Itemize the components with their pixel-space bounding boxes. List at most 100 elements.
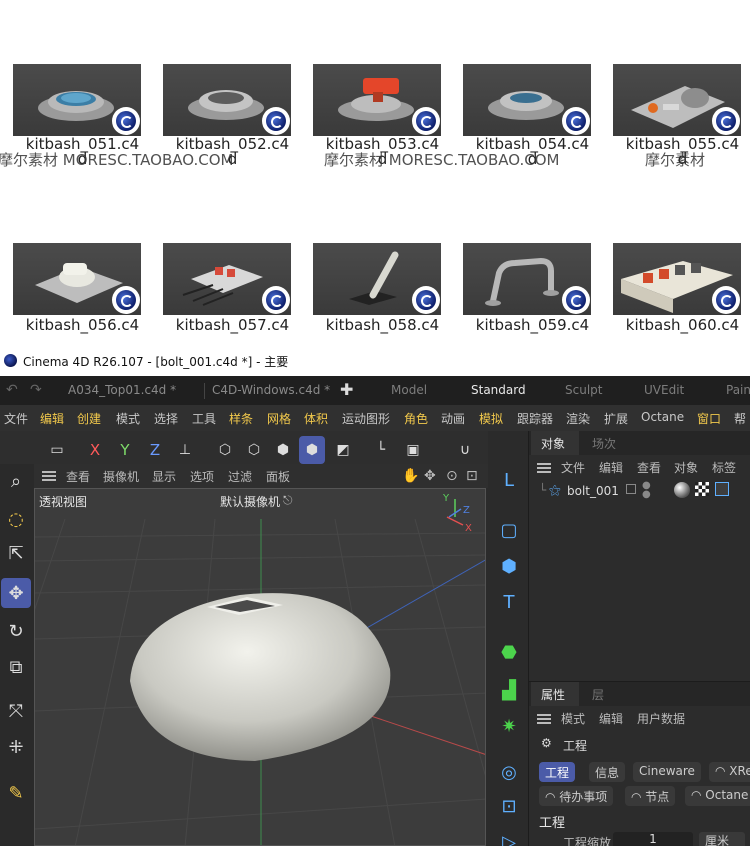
uvw-tag-icon[interactable]	[695, 482, 709, 496]
viewport-menu-icon[interactable]	[42, 471, 56, 481]
live-selection-icon[interactable]: ◌	[1, 504, 31, 534]
perspective-viewport[interactable]: Y Z X 透视视图 默认摄像机 ⎋	[34, 488, 486, 846]
distribute-tool-icon[interactable]: ⁜	[1, 732, 31, 762]
edges-mode-icon[interactable]: ⬡	[241, 436, 267, 464]
object-name[interactable]: bolt_001	[567, 484, 619, 498]
menu-tracker[interactable]: 跟踪器	[517, 410, 553, 427]
menu-volume[interactable]: 体积	[304, 410, 328, 427]
attributes-menu-userdata[interactable]: 用户数据	[637, 710, 685, 727]
mograph-cubes-icon[interactable]: ▟	[494, 675, 524, 705]
viewport-rotate-icon[interactable]: ⊙	[446, 468, 458, 484]
workspace-tab-standard[interactable]: Standard	[471, 383, 526, 397]
menu-render[interactable]: 渲染	[566, 410, 590, 427]
menu-create[interactable]: 创建	[77, 410, 101, 427]
workspace-tab-sculpt[interactable]: Sculpt	[565, 383, 602, 397]
chip-info[interactable]: 信息	[589, 762, 626, 782]
document-tab[interactable]: C4D-Windows.c4d *	[212, 383, 330, 397]
viewport-menu-view[interactable]: 查看	[66, 468, 90, 485]
asset-thumbnail[interactable]	[313, 64, 441, 136]
viewport-maximize-icon[interactable]: ⊡	[466, 468, 478, 484]
asset-thumbnail[interactable]	[463, 243, 591, 315]
menu-mesh[interactable]: 网格	[267, 410, 291, 427]
pan-hand-icon[interactable]: ✋	[402, 468, 419, 484]
workspace-tab-uvedit[interactable]: UVEdit	[644, 383, 684, 397]
snap-magnet-icon[interactable]: ∪	[452, 436, 478, 464]
null-object-icon[interactable]: ᒪ	[494, 465, 524, 495]
attributes-menu-mode[interactable]: 模式	[561, 710, 585, 727]
menu-file[interactable]: 文件	[4, 410, 28, 427]
tab-attributes[interactable]: 属性	[541, 686, 565, 703]
asset-thumbnail[interactable]	[463, 64, 591, 136]
scale-tool-icon[interactable]: ⧉	[1, 652, 31, 682]
text-spline-icon[interactable]: T	[494, 587, 524, 617]
rotate-tool-icon[interactable]: ↻	[1, 616, 31, 646]
chip-cineware[interactable]: Cineware	[633, 762, 701, 782]
cube-primitive-icon[interactable]: ⬢	[494, 551, 524, 581]
menu-octane[interactable]: Octane	[641, 410, 684, 424]
y-axis-toggle[interactable]: Y	[112, 436, 138, 464]
chip-nodes[interactable]: ◠ 节点	[625, 786, 676, 806]
x-axis-toggle[interactable]: X	[82, 436, 108, 464]
z-axis-toggle[interactable]: Z	[142, 436, 168, 464]
asset-thumbnail[interactable]	[613, 243, 741, 315]
asset-thumbnail[interactable]	[313, 243, 441, 315]
menu-help[interactable]: 帮	[734, 410, 746, 427]
attributes-menu-icon[interactable]	[537, 714, 551, 724]
viewport-menu-options[interactable]: 选项	[190, 468, 214, 485]
asset-tile[interactable]	[300, 243, 450, 363]
menu-mograph[interactable]: 运动图形	[342, 410, 390, 427]
model-mode-icon[interactable]: ⬢	[299, 436, 325, 464]
asset-thumbnail[interactable]	[163, 243, 291, 315]
asset-thumbnail[interactable]	[613, 64, 741, 136]
menu-animate[interactable]: 动画	[441, 410, 465, 427]
tab-layers[interactable]: 层	[592, 686, 604, 703]
chip-xref[interactable]: ◠ XRe	[709, 762, 750, 782]
redo-icon[interactable]: ↷	[30, 382, 42, 398]
object-row[interactable]: └ ⚝ bolt_001 ● ●	[529, 481, 750, 503]
visibility-dots-icon[interactable]: ● ●	[642, 481, 651, 500]
asset-thumbnail[interactable]	[13, 64, 141, 136]
cloner-icon[interactable]: ⬣	[494, 637, 524, 667]
tab-objects[interactable]: 对象	[541, 435, 565, 452]
project-scale-unit-select[interactable]: 厘米	[699, 832, 745, 846]
generator-gear-icon[interactable]: ✷	[494, 711, 524, 741]
menu-window[interactable]: 窗口	[697, 410, 721, 427]
spline-pen-icon[interactable]: ✎	[1, 778, 31, 808]
polygons-mode-icon[interactable]: ⬢	[270, 436, 296, 464]
select-arrow-icon[interactable]: ⇱	[1, 538, 31, 568]
project-scale-input[interactable]: 1	[613, 832, 693, 846]
deformer-icon[interactable]: ◎	[494, 757, 524, 787]
material-tag-icon[interactable]	[674, 482, 690, 498]
menu-tools[interactable]: 工具	[192, 410, 216, 427]
render-view-icon[interactable]: ▭	[44, 436, 70, 464]
menu-simulate[interactable]: 模拟	[479, 410, 503, 427]
transform-tool-icon[interactable]: ⤧	[1, 696, 31, 726]
asset-tile[interactable]	[150, 243, 300, 363]
workspace-tab-paint[interactable]: Pain	[726, 383, 750, 397]
objects-menu-file[interactable]: 文件	[561, 459, 585, 476]
move-tool-icon[interactable]: ✥	[1, 578, 31, 608]
solo-mode-icon[interactable]: ▣	[400, 436, 426, 464]
bolt-object[interactable]	[130, 593, 391, 761]
layer-checkbox-icon[interactable]	[626, 484, 636, 494]
menu-character[interactable]: 角色	[404, 410, 428, 427]
asset-thumbnail[interactable]	[163, 64, 291, 136]
more-tools-icon[interactable]: ▷	[494, 827, 524, 846]
document-tab[interactable]: A034_Top01.c4d *	[68, 383, 176, 397]
viewport-menu-filter[interactable]: 过滤	[228, 468, 252, 485]
chip-todo[interactable]: ◠ 待办事项	[539, 786, 614, 806]
asset-tile[interactable]	[0, 243, 150, 363]
selection-tag-icon[interactable]	[715, 482, 729, 496]
objects-menu-edit[interactable]: 编辑	[599, 459, 623, 476]
chip-octane[interactable]: ◠ Octane	[685, 786, 750, 806]
asset-tile[interactable]	[600, 243, 750, 363]
viewport-menu-panel[interactable]: 面板	[266, 468, 290, 485]
viewport-camera-label[interactable]: 默认摄像机	[220, 493, 280, 510]
new-tab-plus-icon[interactable]: ✚	[340, 380, 353, 399]
spline-rectangle-icon[interactable]: ▢	[494, 515, 524, 545]
viewport-menu-cameras[interactable]: 摄像机	[103, 468, 139, 485]
asset-thumbnail[interactable]	[13, 243, 141, 315]
objects-menu-icon[interactable]	[537, 463, 551, 473]
menu-edit[interactable]: 编辑	[40, 410, 64, 427]
camera-link-icon[interactable]: ⎋	[283, 493, 293, 508]
